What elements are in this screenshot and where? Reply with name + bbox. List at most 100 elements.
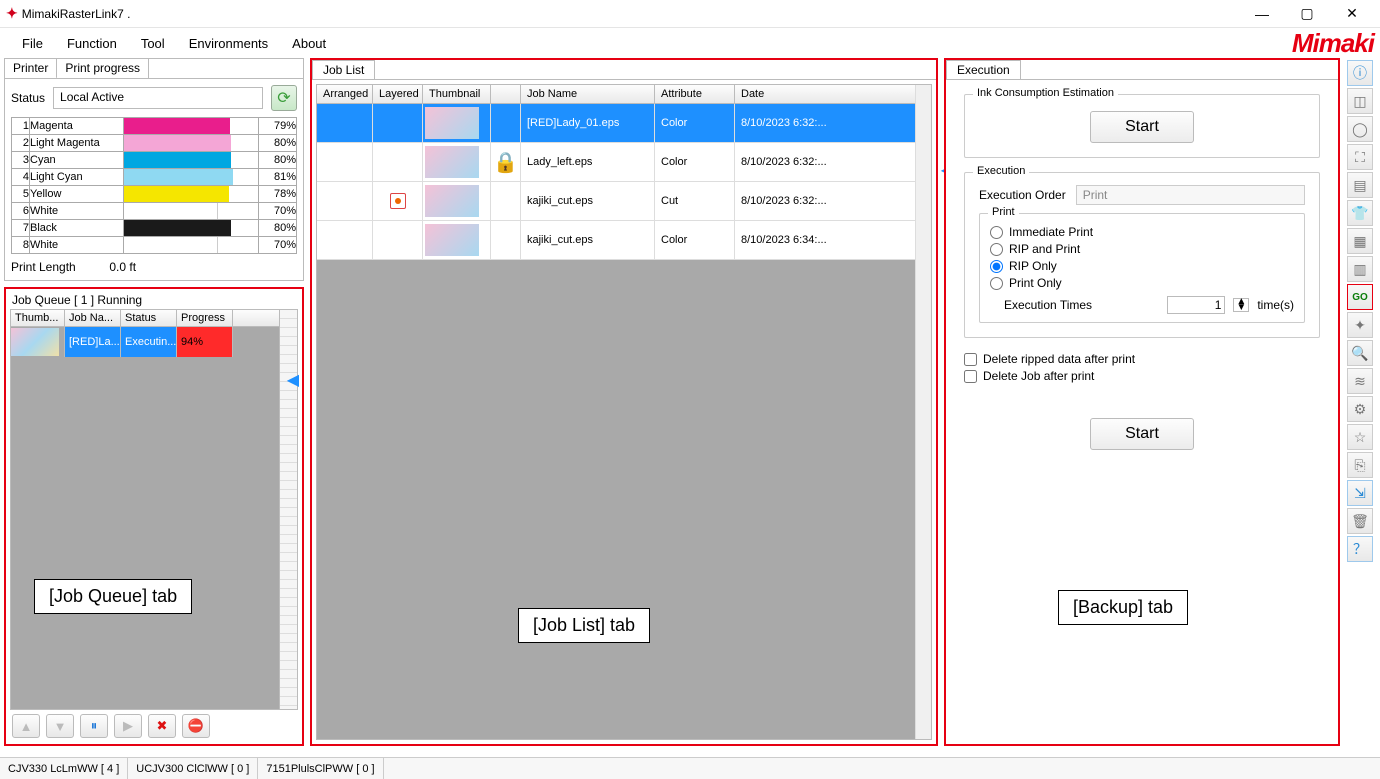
- queue-stop-button[interactable]: ⛔: [182, 714, 210, 738]
- delete-job-checkbox[interactable]: [964, 370, 977, 383]
- jl-layered: [373, 182, 423, 220]
- refresh-button[interactable]: ⟳: [271, 85, 297, 111]
- tool-printer-icon[interactable]: ▤: [1347, 172, 1373, 198]
- print-group-label: Print: [988, 206, 1019, 218]
- tool-crop-icon[interactable]: ⛶: [1347, 144, 1373, 170]
- jl-col-layered[interactable]: Layered: [373, 85, 423, 103]
- ink-bar: [124, 135, 259, 152]
- tool-layers-icon[interactable]: ≋: [1347, 368, 1373, 394]
- jl-arranged: [317, 182, 373, 220]
- ink-pct: 80%: [259, 220, 297, 237]
- tool-shirt-icon[interactable]: 👕: [1347, 200, 1373, 226]
- queue-col-thumb[interactable]: Thumb...: [11, 310, 65, 326]
- job-list-scrollbar[interactable]: [915, 85, 931, 739]
- callout-backup: [Backup] tab: [1058, 590, 1188, 625]
- maximize-button[interactable]: ▢: [1285, 2, 1329, 26]
- ink-estimation-start-button[interactable]: Start: [1090, 111, 1194, 143]
- tab-print-progress[interactable]: Print progress: [57, 59, 149, 78]
- menu-file[interactable]: File: [10, 32, 55, 55]
- jl-col-lock[interactable]: [491, 85, 521, 103]
- minimize-button[interactable]: —: [1240, 2, 1284, 26]
- queue-col-status[interactable]: Status: [121, 310, 177, 326]
- tool-tiles-icon[interactable]: ▥: [1347, 256, 1373, 282]
- jl-col-thumbnail[interactable]: Thumbnail: [423, 85, 491, 103]
- ink-table: 1 Magenta 79%2 Light Magenta 80%3 Cyan 8…: [11, 117, 297, 254]
- tool-align-icon[interactable]: ◫: [1347, 88, 1373, 114]
- ink-num: 4: [12, 169, 30, 186]
- ink-num: 8: [12, 237, 30, 254]
- tool-go-button[interactable]: GO: [1347, 284, 1373, 310]
- jl-thumbnail: [423, 143, 491, 181]
- ink-num: 7: [12, 220, 30, 237]
- print-mode-radio-1[interactable]: [990, 243, 1003, 256]
- jl-col-arranged[interactable]: Arranged: [317, 85, 373, 103]
- jl-arranged: [317, 104, 373, 142]
- status-printer-3[interactable]: 7151PlulsClPWW [ 0 ]: [258, 758, 383, 779]
- window-title: MimakiRasterLink7 .: [22, 7, 1240, 21]
- tab-printer[interactable]: Printer: [5, 59, 57, 79]
- menu-tool[interactable]: Tool: [129, 32, 177, 55]
- tool-info-icon[interactable]: ⓘ: [1347, 60, 1373, 86]
- lock-icon: 🔒: [493, 150, 518, 175]
- jl-lock: [491, 182, 521, 220]
- menu-environments[interactable]: Environments: [177, 32, 280, 55]
- ink-estimation-label: Ink Consumption Estimation: [973, 87, 1118, 99]
- status-printer-1[interactable]: CJV330 LcLmWW [ 4 ]: [0, 758, 128, 779]
- ink-pct: 80%: [259, 135, 297, 152]
- jl-col-attribute[interactable]: Attribute: [655, 85, 735, 103]
- queue-play-button[interactable]: ▶: [114, 714, 142, 738]
- spinner-buttons[interactable]: ▲▼: [1233, 298, 1249, 312]
- execution-group-label: Execution: [973, 165, 1029, 177]
- menu-function[interactable]: Function: [55, 32, 129, 55]
- layered-link-icon: [390, 193, 406, 209]
- job-list-row[interactable]: kajiki_cut.eps Color 8/10/2023 6:34:...: [317, 221, 931, 260]
- ink-name: Light Magenta: [30, 135, 124, 152]
- queue-cancel-button[interactable]: ✖: [148, 714, 176, 738]
- jl-col-date[interactable]: Date: [735, 85, 931, 103]
- execution-start-button[interactable]: Start: [1090, 418, 1194, 450]
- menubar: File Function Tool Environments About Mi…: [0, 28, 1380, 58]
- delete-job-label: Delete Job after print: [983, 369, 1094, 383]
- queue-move-up-button[interactable]: ▲: [12, 714, 40, 738]
- queue-col-progress[interactable]: Progress: [177, 310, 233, 326]
- ink-num: 3: [12, 152, 30, 169]
- jl-name: Lady_left.eps: [521, 143, 655, 181]
- job-list-row[interactable]: 🔒 Lady_left.eps Color 8/10/2023 6:32:...: [317, 143, 931, 182]
- tool-grid-icon[interactable]: ▦: [1347, 228, 1373, 254]
- execution-order-select[interactable]: Print: [1076, 185, 1305, 205]
- print-mode-radio-3[interactable]: [990, 277, 1003, 290]
- job-list-row[interactable]: kajiki_cut.eps Cut 8/10/2023 6:32:...: [317, 182, 931, 221]
- tool-help-icon[interactable]: ？: [1347, 536, 1373, 562]
- tool-fav-icon[interactable]: ☆: [1347, 424, 1373, 450]
- queue-move-down-button[interactable]: ▼: [46, 714, 74, 738]
- jl-thumbnail: [423, 104, 491, 142]
- tool-export-icon[interactable]: ⇲: [1347, 480, 1373, 506]
- print-mode-label: RIP and Print: [1009, 242, 1080, 256]
- tool-copy-icon[interactable]: ⎘: [1347, 452, 1373, 478]
- job-list-row[interactable]: [RED]Lady_01.eps Color 8/10/2023 6:32:..…: [317, 104, 931, 143]
- execution-times-label: Execution Times: [1004, 298, 1092, 312]
- tab-execution[interactable]: Execution: [946, 60, 1021, 79]
- ink-pct: 70%: [259, 203, 297, 220]
- statusbar: CJV330 LcLmWW [ 4 ] UCJV300 ClClWW [ 0 ]…: [0, 757, 1380, 779]
- status-printer-2[interactable]: UCJV300 ClClWW [ 0 ]: [128, 758, 258, 779]
- jl-col-jobname[interactable]: Job Name: [521, 85, 655, 103]
- print-mode-radio-2[interactable]: [990, 260, 1003, 273]
- ink-bar: [124, 186, 259, 203]
- tab-job-list[interactable]: Job List: [312, 60, 375, 79]
- delete-ripped-checkbox[interactable]: [964, 353, 977, 366]
- menu-about[interactable]: About: [280, 32, 338, 55]
- tool-gear-icon[interactable]: ⚙: [1347, 396, 1373, 422]
- print-mode-radio-0[interactable]: [990, 226, 1003, 239]
- queue-pause-button[interactable]: ⏸: [80, 714, 108, 738]
- queue-col-name[interactable]: Job Na...: [65, 310, 121, 326]
- tool-star-icon[interactable]: ✦: [1347, 312, 1373, 338]
- tool-search-icon[interactable]: 🔍: [1347, 340, 1373, 366]
- tool-loupe-icon[interactable]: ◯: [1347, 116, 1373, 142]
- jl-lock: [491, 221, 521, 259]
- ink-pct: 79%: [259, 118, 297, 135]
- close-button[interactable]: ✕: [1330, 2, 1374, 26]
- tool-trash-icon[interactable]: 🗑: [1347, 508, 1373, 534]
- queue-row[interactable]: [RED]La... Executin... 94%: [11, 327, 279, 357]
- execution-times-input[interactable]: [1167, 296, 1225, 314]
